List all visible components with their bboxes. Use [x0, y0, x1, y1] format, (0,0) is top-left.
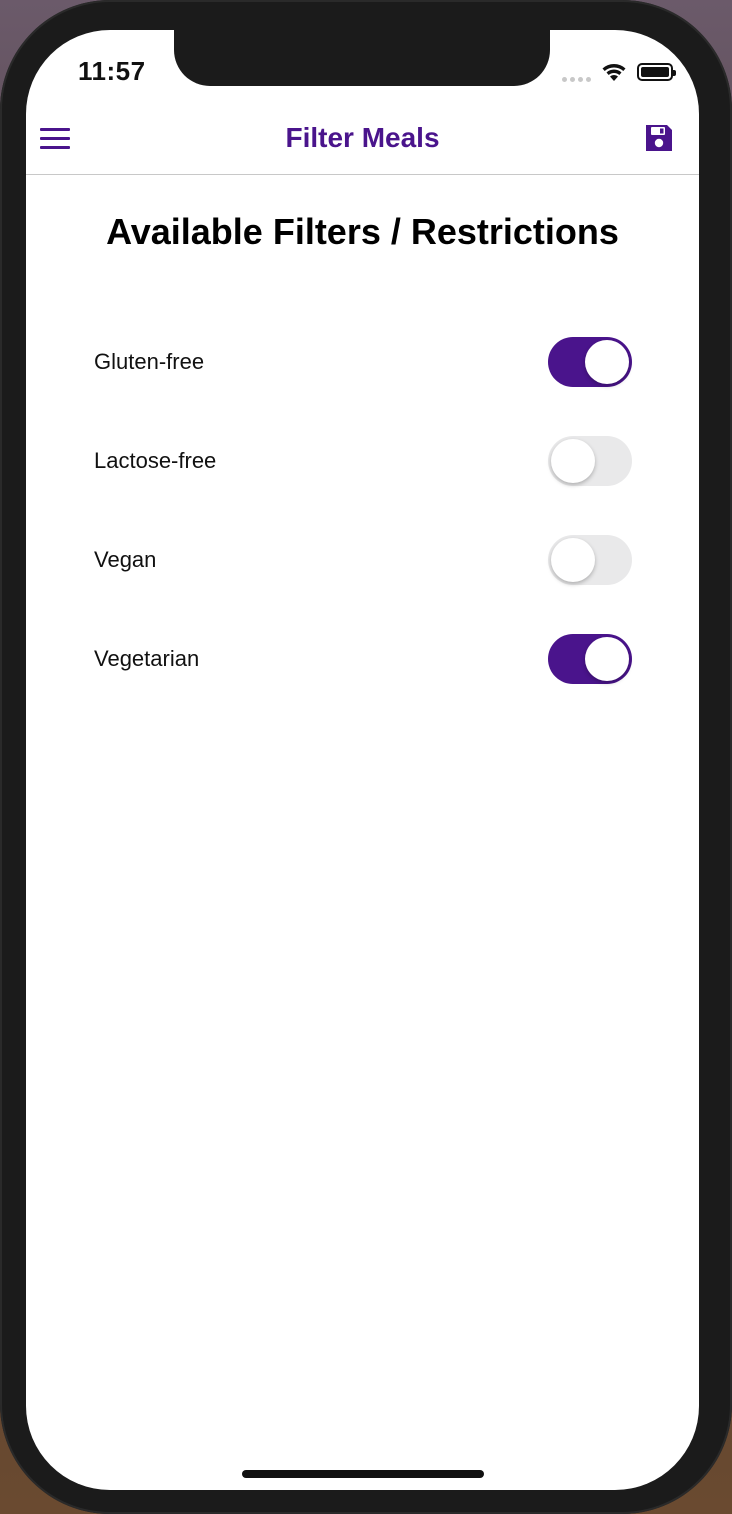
status-time: 11:57 [78, 56, 146, 86]
vegetarian-switch[interactable] [548, 633, 632, 684]
app-screen: 11:57 Filter Meals Available Filters / R… [26, 30, 699, 1490]
battery-icon [637, 63, 676, 81]
filter-label: Vegetarian [94, 645, 200, 671]
status-icons [562, 60, 676, 84]
switch-knob [585, 339, 629, 384]
filter-label: Lactose-free [94, 447, 217, 473]
save-button[interactable] [643, 122, 675, 154]
filter-label: Vegan [94, 546, 157, 572]
home-indicator[interactable] [242, 1470, 484, 1478]
filter-row-gluten-free: Gluten-free [94, 312, 632, 411]
filter-row-vegan: Vegan [94, 510, 632, 609]
filter-row-lactose-free: Lactose-free [94, 411, 632, 510]
vegan-switch[interactable] [548, 534, 632, 585]
save-floppy-icon [646, 125, 672, 151]
wifi-icon [602, 64, 626, 81]
gluten-free-switch[interactable] [548, 336, 632, 387]
lactose-free-switch[interactable] [548, 435, 632, 486]
switch-knob [551, 537, 595, 582]
filter-list: Gluten-free Lactose-free Vegan Vegetaria… [94, 312, 632, 708]
filter-row-vegetarian: Vegetarian [94, 609, 632, 708]
filters-content: Available Filters / Restrictions Gluten-… [26, 175, 699, 684]
section-heading: Available Filters / Restrictions [106, 211, 619, 252]
filter-label: Gluten-free [94, 348, 205, 374]
navigation-bar: Filter Meals [26, 102, 699, 175]
page-title: Filter Meals [285, 122, 440, 153]
device-notch [174, 30, 550, 86]
phone-frame: 11:57 Filter Meals Available Filters / R… [0, 0, 732, 1514]
switch-knob [585, 636, 629, 681]
switch-knob [551, 438, 595, 483]
cellular-signal-icon [562, 62, 591, 82]
